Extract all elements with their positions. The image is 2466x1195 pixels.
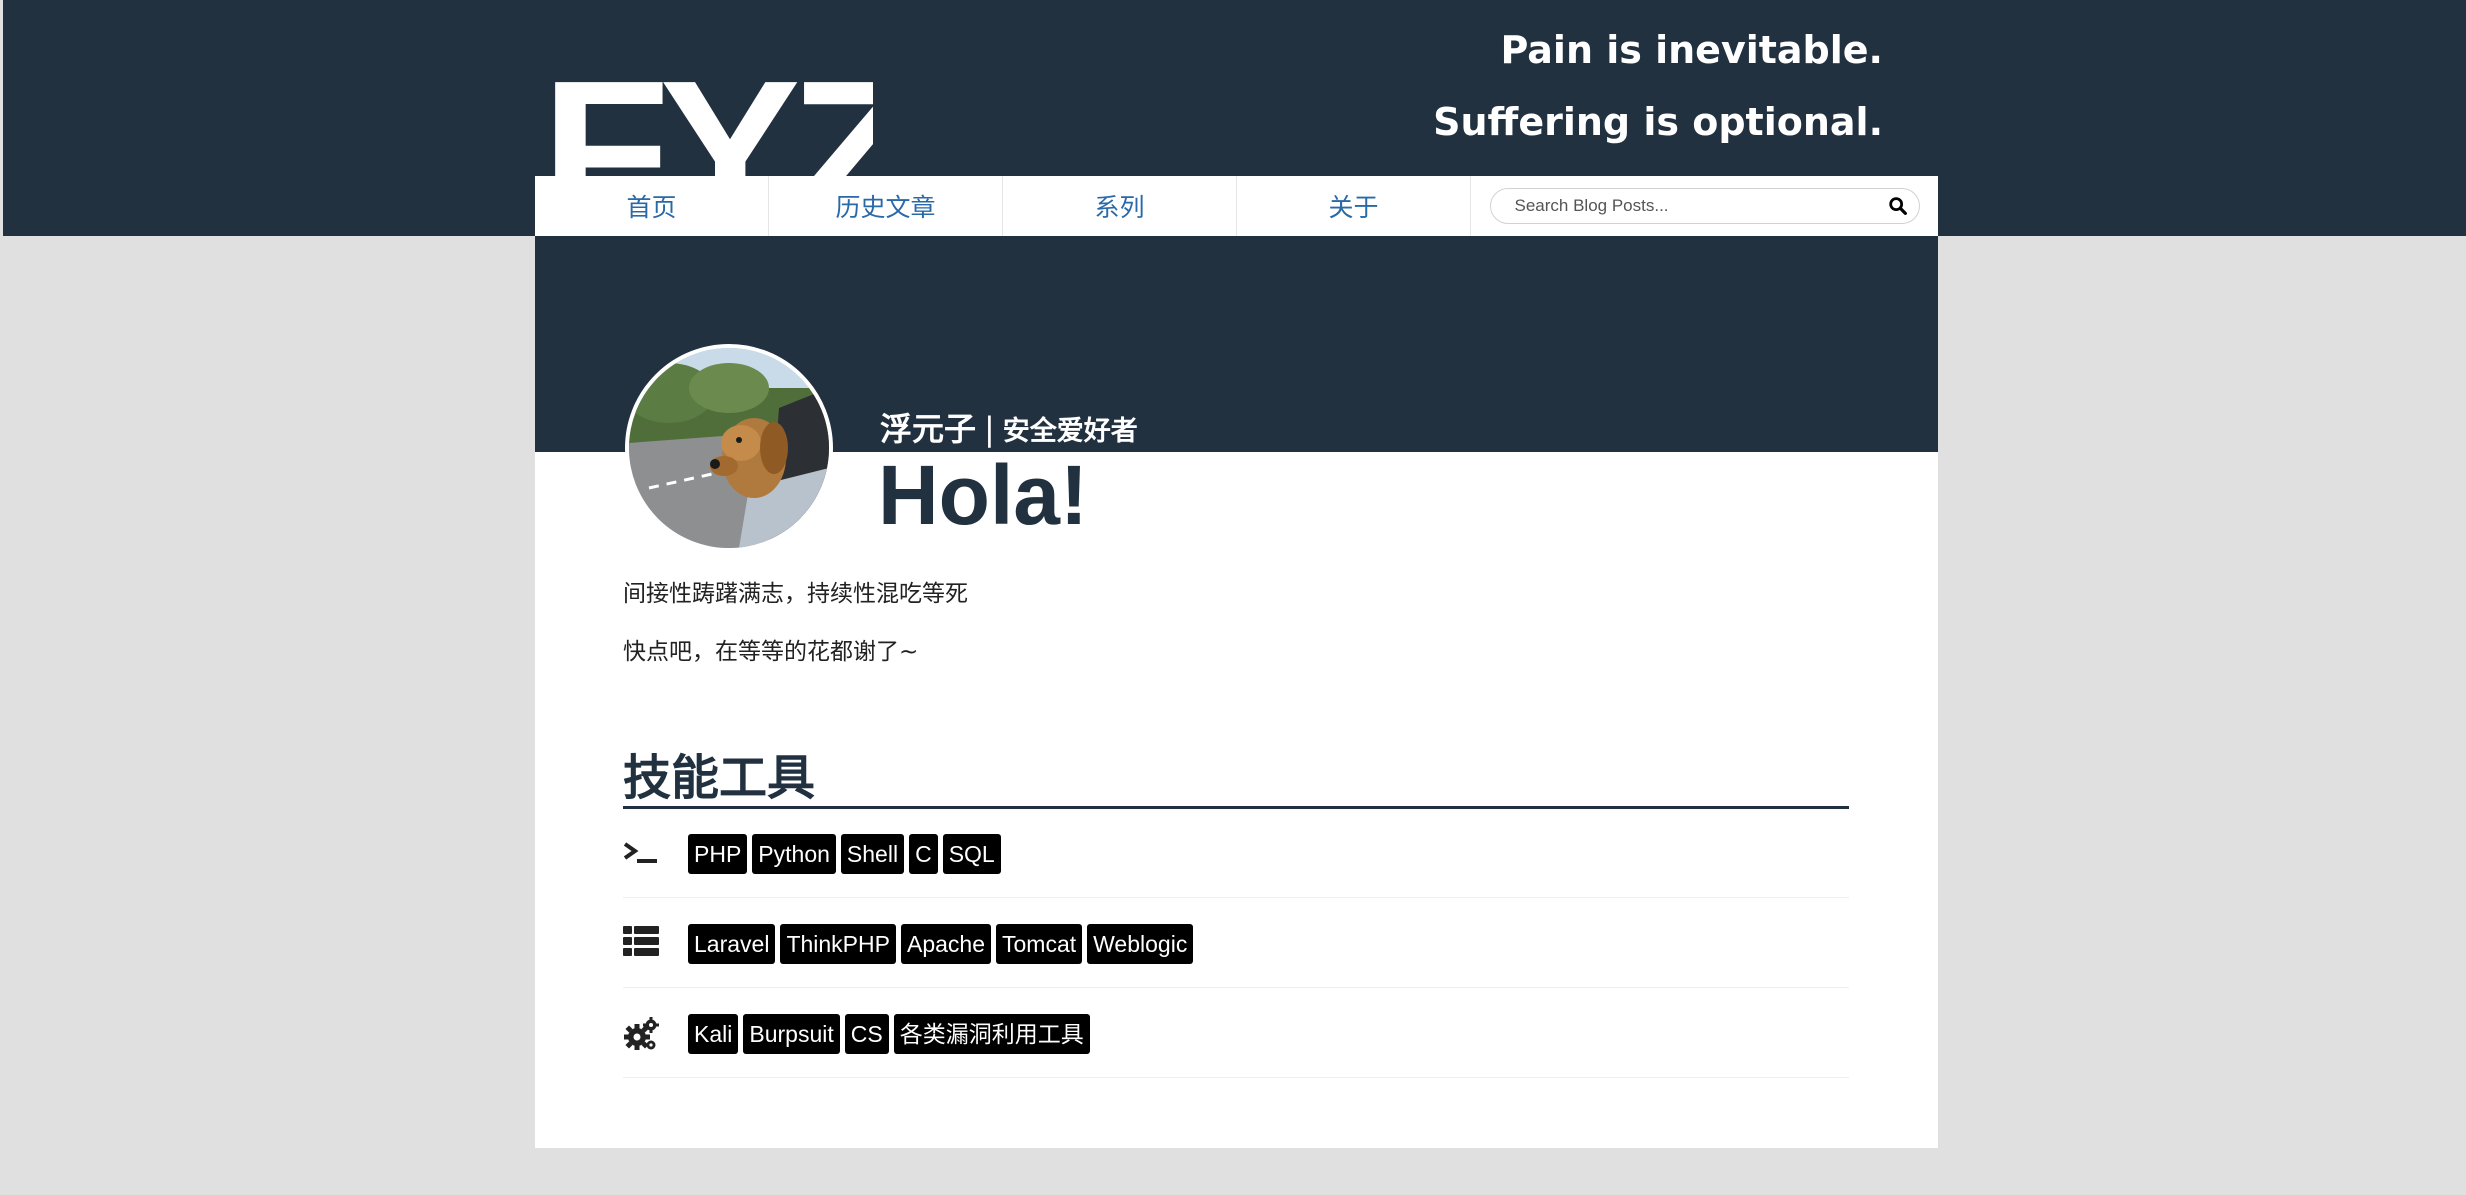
bio-line-1: 间接性踌躇满志，持续性混吃等死 xyxy=(623,581,968,607)
skill-row-frameworks: Laravel ThinkPHP Apache Tomcat Weblogic xyxy=(623,900,1849,988)
site-logo[interactable]: FYZ xyxy=(543,52,873,176)
avatar xyxy=(625,344,833,552)
skill-tag: Weblogic xyxy=(1087,924,1194,964)
nav-home[interactable]: 首页 xyxy=(535,176,769,236)
search-input[interactable] xyxy=(1512,195,1887,217)
skills-heading: 技能工具 xyxy=(623,750,816,806)
skill-tags: PHP Python Shell C SQL xyxy=(688,834,1001,874)
motto-line-1: Pain is inevitable. xyxy=(1500,28,1883,72)
nav-search xyxy=(1471,176,1938,236)
skill-tag: Burpsuit xyxy=(743,1014,840,1054)
greeting-heading: Hola! xyxy=(878,448,1088,542)
skill-tag: SQL xyxy=(942,834,1001,874)
main-nav: 首页 历史文章 系列 关于 xyxy=(535,176,1938,236)
bio-line-2: 快点吧，在等等的花都谢了~ xyxy=(623,639,919,665)
nav-about[interactable]: 关于 xyxy=(1237,176,1471,236)
skill-tag: C xyxy=(909,834,938,874)
motto-line-2: Suffering is optional. xyxy=(1433,100,1883,144)
skill-tag: Python xyxy=(752,834,836,874)
skill-tag: Kali xyxy=(688,1014,739,1054)
skills-divider xyxy=(623,806,1849,809)
avatar-dog-photo xyxy=(629,348,829,548)
content-card: 浮元子 | 安全爱好者 Hola! 间接性踌躇满志，持续性混吃等死 快点吧，在等等的… xyxy=(535,236,1938,1148)
skill-tag: Shell xyxy=(840,834,905,874)
skill-tag: 各类漏洞利用工具 xyxy=(893,1014,1090,1054)
skill-tag: Laravel xyxy=(688,924,776,964)
gears-icon xyxy=(624,1017,659,1050)
nav-archive[interactable]: 历史文章 xyxy=(769,176,1003,236)
search-icon[interactable] xyxy=(1887,195,1909,217)
skill-tag: Tomcat xyxy=(996,924,1083,964)
search-box xyxy=(1489,188,1920,224)
skill-row-tools: Kali Burpsuit CS 各类漏洞利用工具 xyxy=(623,990,1849,1078)
skill-tags: Laravel ThinkPHP Apache Tomcat Weblogic xyxy=(688,924,1194,964)
list-icon xyxy=(623,926,659,956)
skill-tag: PHP xyxy=(688,834,748,874)
skill-row-languages: PHP Python Shell C SQL xyxy=(623,810,1849,898)
skill-tag: CS xyxy=(844,1014,889,1054)
nav-series[interactable]: 系列 xyxy=(1003,176,1237,236)
logo-text: FYZ xyxy=(543,52,873,176)
skill-tag: Apache xyxy=(900,924,991,964)
terminal-icon xyxy=(623,842,657,863)
skill-tags: Kali Burpsuit CS 各类漏洞利用工具 xyxy=(688,1014,1090,1054)
skill-tag: ThinkPHP xyxy=(780,924,896,964)
